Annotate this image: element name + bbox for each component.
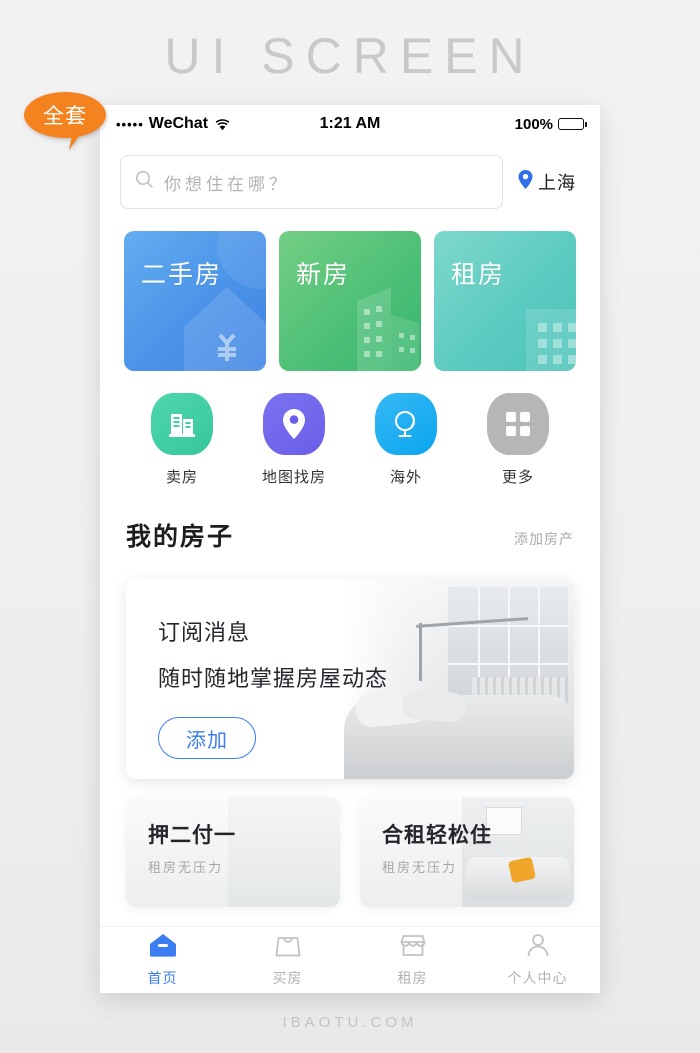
full-set-badge: 全套 bbox=[24, 92, 106, 154]
status-bar-time: 1:21 AM bbox=[319, 115, 381, 132]
status-bar-right: 100% bbox=[380, 115, 588, 133]
grid-icon bbox=[487, 393, 549, 455]
subscribe-card-text: 订阅消息 随时随地掌握房屋动态 添加 bbox=[126, 579, 574, 759]
location-label: 上海 bbox=[538, 173, 576, 193]
bottom-tab-bar: 首页 买房 租房 个人中心 bbox=[100, 926, 600, 993]
battery-percent-label: 100% bbox=[514, 115, 554, 133]
category-card-new[interactable]: 新房 bbox=[279, 231, 421, 371]
quick-action-label: 卖房 bbox=[165, 469, 198, 486]
home-icon bbox=[149, 932, 177, 963]
category-cards: 二手房 新房 租房 bbox=[100, 213, 600, 371]
full-set-badge-bubble: 全套 bbox=[24, 92, 106, 138]
my-house-section-header: 我的房子 添加房产 bbox=[100, 487, 600, 553]
section-title: 我的房子 bbox=[126, 523, 235, 551]
add-button[interactable]: 添加 bbox=[158, 717, 256, 759]
tab-label: 买房 bbox=[272, 970, 303, 986]
promo-subtitle: 租房无压力 bbox=[382, 860, 458, 875]
category-card-secondhand[interactable]: 二手房 bbox=[124, 231, 266, 371]
buildings-icon bbox=[151, 393, 213, 455]
add-property-link[interactable]: 添加房产 bbox=[514, 529, 574, 553]
site-footer: IBAOTU.COM bbox=[282, 1014, 418, 1031]
promo-subtitle: 租房无压力 bbox=[148, 860, 224, 875]
tab-label: 个人中心 bbox=[507, 970, 568, 986]
promo-title: 押二付一 bbox=[148, 824, 236, 847]
battery-full-icon bbox=[558, 118, 588, 130]
status-bar-left: ••••• WeChat bbox=[116, 115, 320, 133]
tab-buy[interactable]: 买房 bbox=[225, 932, 350, 988]
subscribe-title: 订阅消息 bbox=[158, 620, 251, 645]
tab-rent[interactable]: 租房 bbox=[350, 932, 475, 988]
quick-actions: 卖房 地图找房 海外 更多 bbox=[100, 371, 600, 487]
subscribe-card[interactable]: 订阅消息 随时随地掌握房屋动态 添加 bbox=[126, 579, 574, 779]
map-pin-icon bbox=[263, 393, 325, 455]
quick-action-sell[interactable]: 卖房 bbox=[126, 393, 238, 487]
store-awning-icon bbox=[399, 932, 427, 963]
promo-text: 合租轻松住 租房无压力 bbox=[360, 797, 574, 876]
house-yen-watermark bbox=[124, 231, 266, 371]
person-icon bbox=[524, 932, 552, 963]
tab-label: 租房 bbox=[397, 970, 428, 986]
category-card-label: 租房 bbox=[451, 261, 506, 289]
promo-text: 押二付一 租房无压力 bbox=[126, 797, 340, 876]
location-selector[interactable]: 上海 bbox=[517, 169, 576, 195]
building-grid-watermark bbox=[434, 231, 576, 371]
search-input[interactable]: 你想住在哪？ bbox=[120, 155, 503, 209]
promo-title: 合租轻松住 bbox=[382, 824, 492, 847]
carrier-label: WeChat bbox=[148, 115, 209, 132]
tab-label: 首页 bbox=[147, 970, 178, 986]
category-card-label: 新房 bbox=[296, 261, 351, 289]
quick-action-overseas[interactable]: 海外 bbox=[350, 393, 462, 487]
promo-card-deposit[interactable]: 押二付一 租房无压力 bbox=[126, 797, 340, 907]
full-set-badge-label: 全套 bbox=[43, 105, 87, 128]
signal-dots-icon: ••••• bbox=[116, 116, 144, 132]
badge-tail-icon bbox=[68, 128, 91, 154]
category-card-rent[interactable]: 租房 bbox=[434, 231, 576, 371]
phone-frame: ••••• WeChat 1:21 AM 100% 你想住在哪？ 上海 二手房 … bbox=[100, 105, 600, 993]
quick-action-map[interactable]: 地图找房 bbox=[238, 393, 350, 487]
search-row: 你想住在哪？ 上海 bbox=[100, 143, 600, 213]
quick-action-label: 地图找房 bbox=[261, 469, 326, 486]
tab-home[interactable]: 首页 bbox=[100, 932, 225, 988]
search-placeholder: 你想住在哪？ bbox=[164, 174, 290, 194]
promo-cards: 押二付一 租房无压力 合租轻松住 租房无压力 bbox=[100, 779, 600, 907]
subscribe-subtitle: 随时随地掌握房屋动态 bbox=[158, 666, 389, 691]
quick-action-label: 更多 bbox=[501, 469, 534, 486]
buildings-watermark bbox=[279, 231, 421, 371]
promo-card-shared[interactable]: 合租轻松住 租房无压力 bbox=[360, 797, 574, 907]
search-icon bbox=[135, 170, 154, 194]
quick-action-more[interactable]: 更多 bbox=[462, 393, 574, 487]
page-title: UI SCREEN bbox=[164, 28, 536, 84]
quick-action-label: 海外 bbox=[389, 469, 422, 486]
location-pin-icon bbox=[517, 169, 534, 195]
shopping-bag-icon bbox=[274, 932, 302, 963]
category-card-label: 二手房 bbox=[141, 261, 223, 289]
tab-profile[interactable]: 个人中心 bbox=[475, 932, 600, 988]
globe-icon bbox=[375, 393, 437, 455]
wifi-icon bbox=[215, 118, 230, 131]
status-bar: ••••• WeChat 1:21 AM 100% bbox=[100, 105, 600, 143]
